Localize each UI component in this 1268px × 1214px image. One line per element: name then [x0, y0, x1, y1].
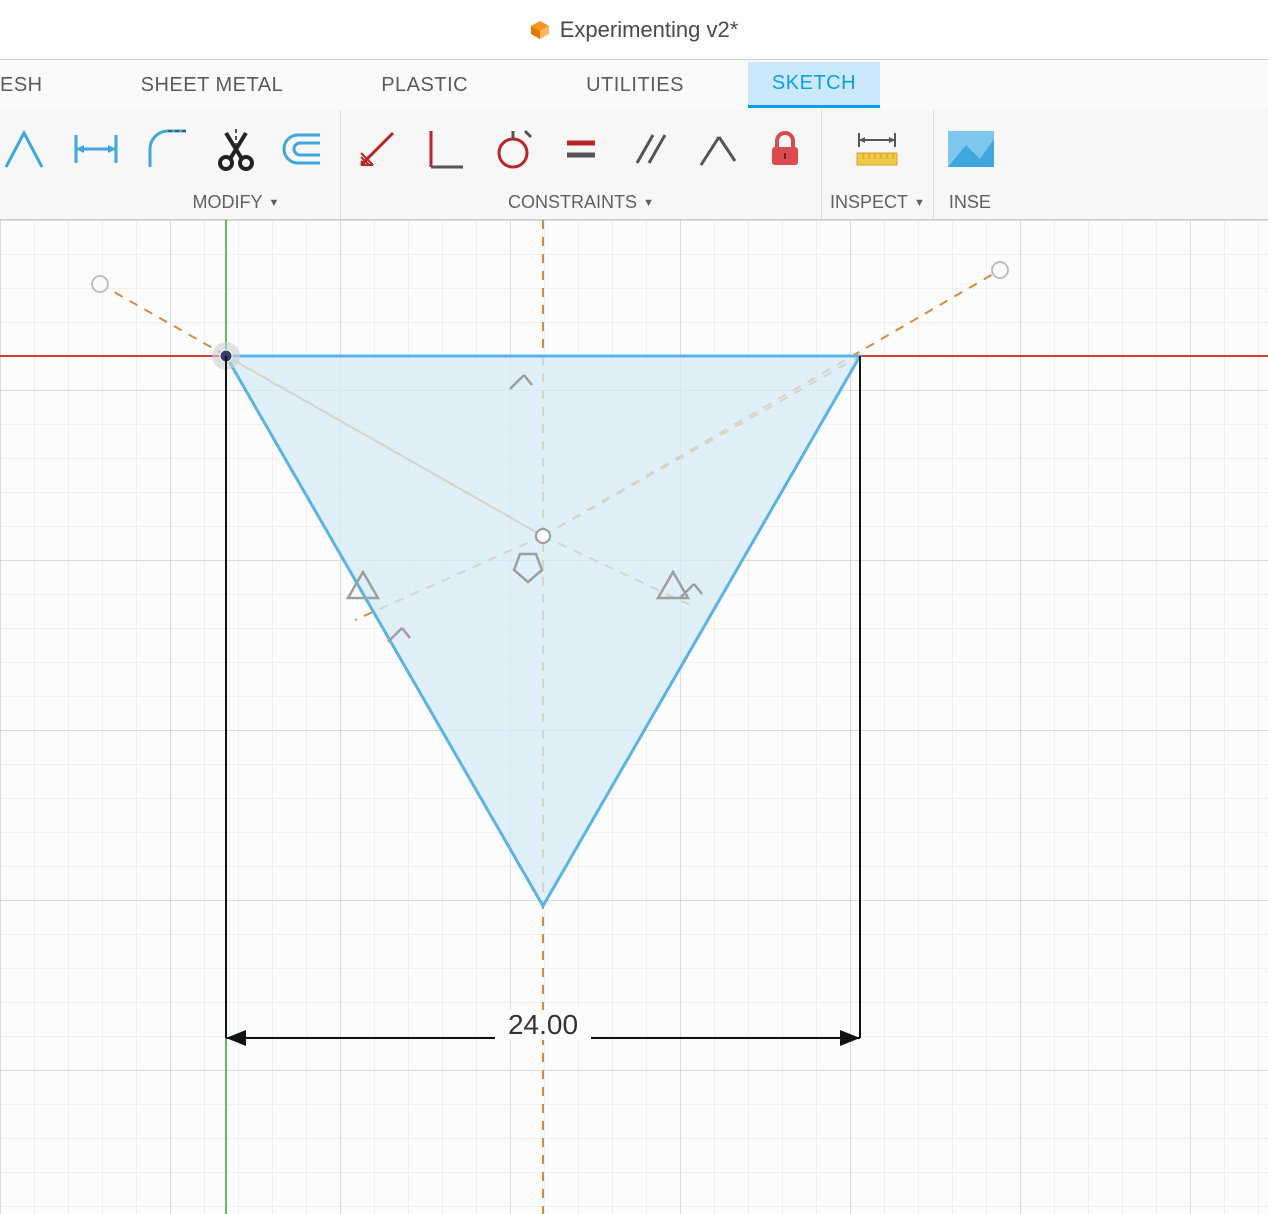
document-cube-icon — [530, 20, 550, 40]
trim-tool-icon[interactable] — [208, 121, 264, 177]
tangent-constraint-icon[interactable] — [485, 121, 541, 177]
construction-point[interactable] — [92, 276, 108, 292]
construction-point[interactable] — [992, 262, 1008, 278]
tab-sketch[interactable]: SKETCH — [748, 62, 880, 108]
polygon-tool-icon[interactable] — [0, 121, 56, 177]
sketch-canvas[interactable]: 24.00 — [0, 220, 1268, 1214]
workspace-tabs: ESH SHEET METAL PLASTIC UTILITIES SKETCH — [0, 60, 1268, 110]
dimension-value[interactable]: 24.00 — [508, 1009, 578, 1040]
tab-utilities[interactable]: UTILITIES — [562, 64, 708, 107]
toolgroup-inspect: INSPECT ▼ — [822, 110, 934, 219]
toolgroup-create — [0, 110, 132, 219]
tab-plastic[interactable]: PLASTIC — [357, 64, 492, 107]
insert-label-wrap[interactable]: INSE — [949, 188, 991, 219]
fillet-tool-icon[interactable] — [140, 121, 196, 177]
equal-constraint-icon[interactable] — [553, 121, 609, 177]
insert-label: INSE — [949, 192, 991, 213]
title-bar: Experimenting v2* — [0, 0, 1268, 60]
sketch-centerpoint[interactable] — [536, 529, 550, 543]
toolgroup-modify: MODIFY ▼ — [132, 110, 341, 219]
toolgroup-insert: INSE — [934, 110, 1006, 219]
caret-down-icon: ▼ — [914, 197, 925, 209]
inspect-label: INSPECT — [830, 192, 908, 213]
constraints-dropdown[interactable]: CONSTRAINTS ▼ — [508, 188, 654, 219]
tab-mesh[interactable]: ESH — [0, 64, 67, 107]
perpendicular-constraint-icon[interactable] — [417, 121, 473, 177]
parallel-constraint-icon[interactable] — [621, 121, 677, 177]
caret-down-icon: ▼ — [643, 197, 654, 209]
offset-tool-icon[interactable] — [276, 121, 332, 177]
dimension-tool-icon[interactable] — [68, 121, 124, 177]
document-title: Experimenting v2* — [560, 17, 739, 43]
constraints-label: CONSTRAINTS — [508, 192, 637, 213]
tab-sheet-metal[interactable]: SHEET METAL — [117, 64, 308, 107]
caret-down-icon: ▼ — [269, 197, 280, 209]
lock-constraint-icon[interactable] — [757, 121, 813, 177]
sketch-canvas-area[interactable]: 24.00 — [0, 220, 1268, 1214]
toolgroup-constraints: CONSTRAINTS ▼ — [341, 110, 822, 219]
modify-label: MODIFY — [193, 192, 263, 213]
coincident-constraint-icon[interactable] — [689, 121, 745, 177]
inspect-dropdown[interactable]: INSPECT ▼ — [830, 188, 925, 219]
toolbar: MODIFY ▼ — [0, 110, 1268, 220]
modify-dropdown[interactable]: MODIFY ▼ — [193, 188, 280, 219]
midpoint-constraint-icon[interactable] — [349, 121, 405, 177]
insert-tool-icon[interactable] — [942, 121, 998, 177]
measure-tool-icon[interactable] — [849, 121, 905, 177]
